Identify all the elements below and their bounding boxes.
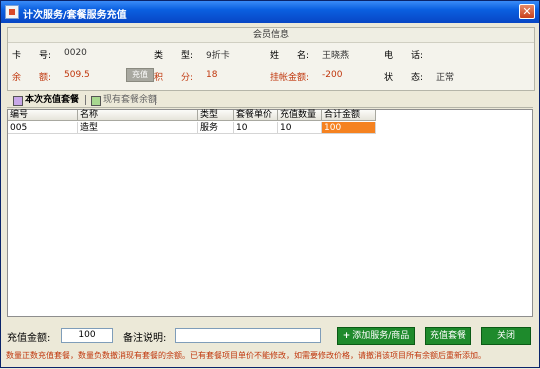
tab-divider (155, 95, 156, 105)
cell-name[interactable]: 造型 (78, 122, 198, 134)
close-window-button[interactable]: ✕ (519, 4, 535, 19)
green-square-icon (91, 96, 101, 106)
recharge-package-button[interactable]: 充值套餐 (425, 327, 471, 345)
card-label: 卡 号: (12, 51, 52, 61)
amount-input[interactable]: 100 (61, 328, 113, 343)
balance-value: 509.5 (64, 70, 90, 80)
credit-value: -200 (322, 70, 343, 80)
recharge-window: 计次服务/套餐服务充值 ✕ 会员信息 卡 号: 0020 类 型: 9折卡 姓 … (0, 0, 540, 368)
remark-label: 备注说明: (123, 333, 167, 344)
app-icon (5, 5, 19, 19)
cell-code[interactable]: 005 (8, 122, 78, 134)
balance-recharge-button[interactable]: 充值 (126, 68, 154, 82)
close-button[interactable]: 关闭 (481, 327, 531, 345)
points-value: 18 (206, 70, 218, 80)
add-service-button[interactable]: + 添加服务/商品 (337, 327, 415, 345)
column-header-quantity[interactable]: 充值数量 (278, 110, 322, 121)
tab-existing-label: 现有套餐余额 (103, 95, 158, 105)
tab-bar: 本次充值套餐 现有套餐余额 (7, 93, 533, 108)
package-tabs: 本次充值套餐 现有套餐余额 编号 名称 类型 套餐单价 充值数量 合计金额 00… (7, 93, 533, 317)
remark-input[interactable] (175, 328, 321, 343)
points-label: 积 分: (154, 73, 194, 83)
name-label: 姓 名: (270, 51, 310, 61)
column-header-type[interactable]: 类型 (198, 110, 234, 121)
window-title: 计次服务/套餐服务充值 (23, 10, 127, 21)
type-value: 9折卡 (206, 51, 230, 61)
balance-label: 余 额: (12, 73, 52, 83)
member-info-panel: 会员信息 卡 号: 0020 类 型: 9折卡 姓 名: 王晓燕 电 话: 余 … (7, 27, 535, 91)
phone-label: 电 话: (384, 51, 424, 61)
column-header-code[interactable]: 编号 (8, 110, 78, 121)
cell-type[interactable]: 服务 (198, 122, 234, 134)
title-bar[interactable]: 计次服务/套餐服务充值 ✕ (1, 1, 539, 23)
package-grid[interactable]: 编号 名称 类型 套餐单价 充值数量 合计金额 005 造型 服务 10 10 … (7, 109, 533, 317)
column-header-name[interactable]: 名称 (78, 110, 198, 121)
cell-total[interactable]: 100 (322, 122, 376, 134)
column-header-total[interactable]: 合计金额 (322, 110, 376, 121)
plus-icon: + (342, 331, 351, 341)
tab-current-label: 本次充值套餐 (25, 95, 80, 105)
type-label: 类 型: (154, 51, 194, 61)
column-header-unit-price[interactable]: 套餐单价 (234, 110, 278, 121)
tab-divider (85, 95, 86, 105)
tab-current-package[interactable]: 本次充值套餐 (11, 94, 79, 106)
cell-quantity[interactable]: 10 (278, 122, 322, 134)
status-label: 状 态: (384, 73, 424, 83)
status-value: 正常 (436, 73, 455, 83)
name-value: 王晓燕 (322, 51, 350, 61)
add-service-label: 添加服务/商品 (352, 331, 410, 341)
credit-label: 挂帐金额: (270, 73, 310, 83)
bottom-bar: 充值金额: 100 备注说明: + 添加服务/商品 充值套餐 关闭 数量正数充值套… (1, 321, 540, 369)
tab-existing-balance[interactable]: 现有套餐余额 (89, 94, 157, 106)
amount-label: 充值金额: (7, 333, 51, 344)
card-value: 0020 (64, 48, 87, 58)
notice-text: 数量正数充值套餐，数量负数撤消现有套餐的余额。已有套餐项目单价不能修改，如需要修… (6, 351, 486, 360)
cell-unit-price[interactable]: 10 (234, 122, 278, 134)
purple-square-icon (13, 96, 23, 106)
member-info-header: 会员信息 (8, 28, 534, 43)
